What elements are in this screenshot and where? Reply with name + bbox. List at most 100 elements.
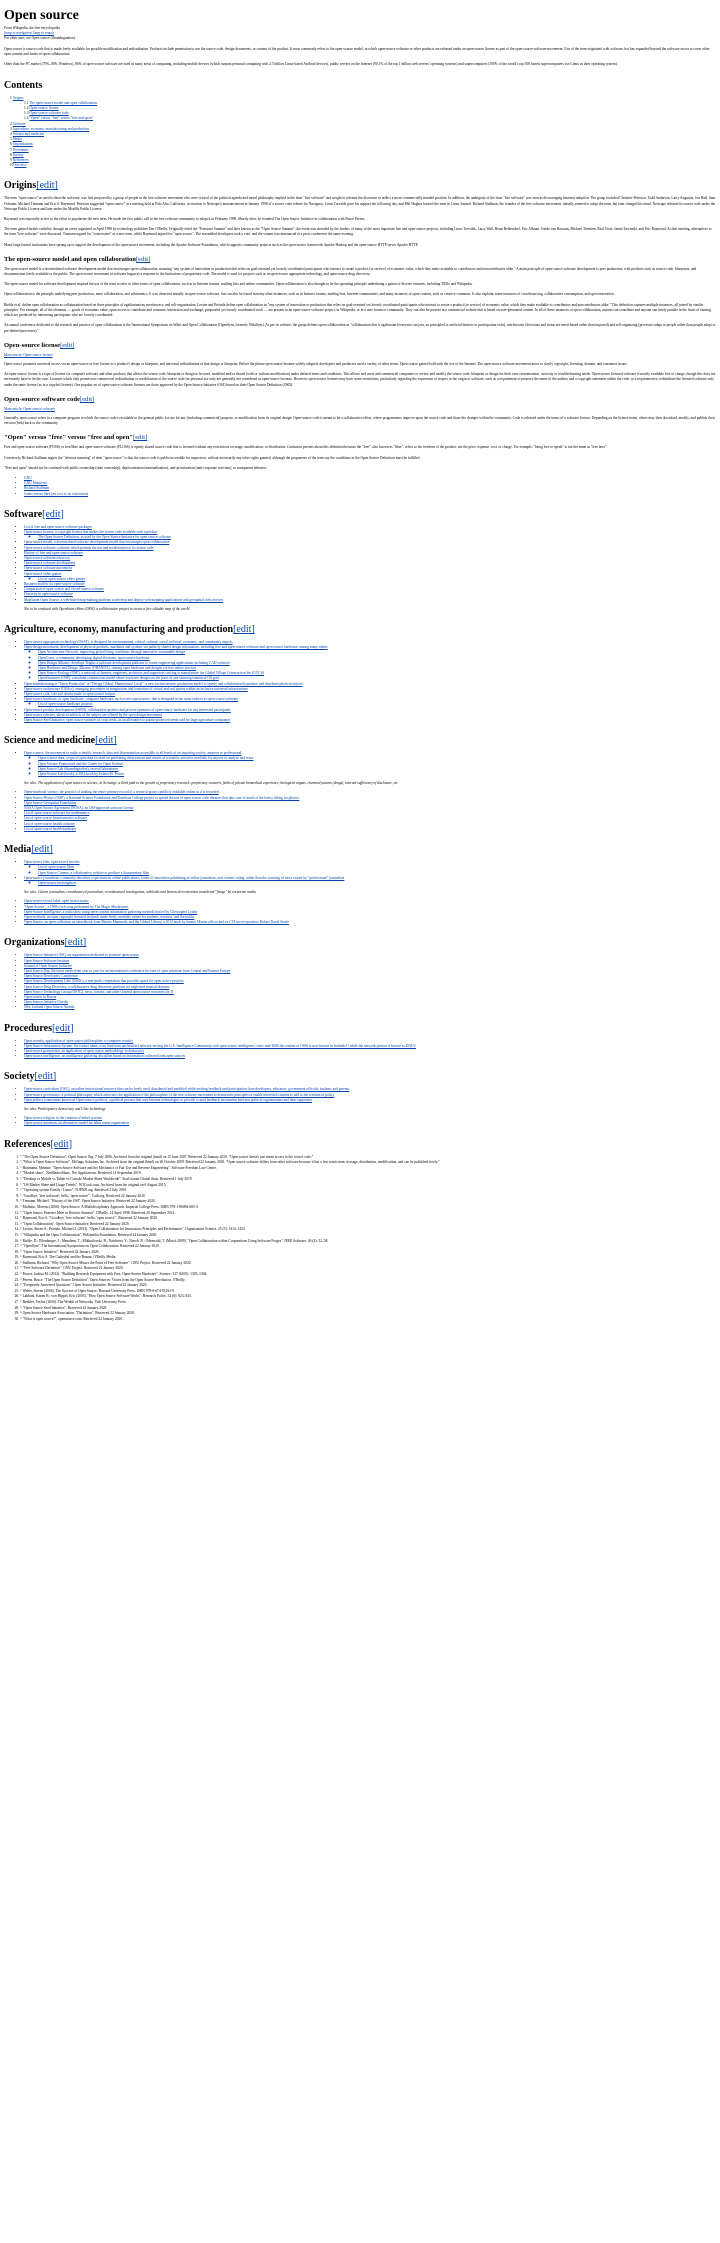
list-item-label[interactable]: Open science, the movement to make scien… [24, 751, 241, 755]
list-item-label[interactable]: Open-source software development [24, 561, 75, 565]
list-item[interactable]: Open-source hardware, or open hardware, … [24, 697, 716, 707]
edit-link[interactable]: [edit] [36, 180, 58, 191]
reference-item[interactable]: ^ "Open Source Seed Initiative". Retriev… [20, 1306, 716, 1311]
reference-item[interactable]: ^ "Wikipedia and the Open Collaboration"… [20, 1233, 716, 1238]
toc-link[interactable]: Software [13, 122, 26, 126]
edit-link[interactable]: [edit] [233, 624, 255, 635]
list-item-label[interactable]: MapGuide Open Source, a web-based map-ma… [24, 598, 223, 602]
reference-item[interactable]: ^ Levine, Sheen S.; Prietula, Michael J.… [20, 1227, 716, 1232]
reference-item[interactable]: ^ Stallman, Richard. "Why Open Source Mi… [20, 1261, 716, 1266]
edit-link[interactable]: [edit] [95, 735, 117, 746]
list-item-label[interactable]: Open-source journalism, commonly describ… [24, 876, 344, 880]
reference-item[interactable]: ^ "Operating system Family / Linux". TOP… [20, 1188, 716, 1193]
toc-item[interactable]: 1 Origins 1.1 The open-source model and o… [10, 96, 716, 122]
list-item-label[interactable]: Open-source software movement [24, 566, 72, 570]
toc-link[interactable]: Media [13, 137, 22, 141]
toc-link[interactable]: Science and medicine [13, 132, 44, 136]
list-item[interactable]: Open Source Seed Initiative, open source… [24, 718, 716, 723]
list-item-label[interactable]: List of free and open-source software pa… [24, 525, 92, 529]
reference-item[interactable]: ^ "Market share". NetMarketShare. Net Ap… [20, 1171, 716, 1176]
reference-item[interactable]: ^ Raymond, Eric S. The Cathedral and the… [20, 1255, 716, 1260]
list-item-label[interactable]: Open-source film, open source movies [24, 860, 80, 864]
reference-item[interactable]: ^ Tiemann, Michael. "History of the OSI"… [20, 1199, 716, 1204]
edit-link[interactable]: [edit] [136, 256, 150, 263]
reference-item[interactable]: ^ Lakhani, Karim R.; von Hippel, Eric (2… [20, 1294, 716, 1299]
toc-link[interactable]: Society [13, 153, 24, 157]
list-item-label[interactable]: Open-source hardware, or open hardware, … [24, 697, 238, 701]
sub-list-item[interactable]: Open-source investigation [38, 881, 716, 886]
main-article-link[interactable]: Main article: Open-source software [4, 407, 716, 412]
reference-item[interactable]: ^ Benkler, Yochai (2006). The Wealth of … [20, 1300, 716, 1305]
reference-item[interactable]: ^ "Open Source Pioneers Meet in Historic… [20, 1211, 716, 1216]
reference-item[interactable]: ^ Open Source Hardware Association. "Def… [20, 1311, 716, 1316]
reference-item[interactable]: ^ "Open Source Initiative". Retrieved 22… [20, 1250, 716, 1255]
reference-item[interactable]: ^ "Desktop vs Mobile vs Tablet vs Consol… [20, 1177, 716, 1182]
reference-item[interactable]: ^ "OpenSym". The International Symposium… [20, 1244, 716, 1249]
toc-link[interactable]: Origins [13, 96, 24, 100]
list-item-label[interactable]: Open manufacturing or "Open Production" … [24, 682, 303, 686]
edit-link[interactable]: [edit] [80, 396, 94, 403]
toc-link[interactable]: "Open" versus "free" versus "free and op… [29, 116, 93, 120]
list-item[interactable]: Open-source video gamesList of open-sour… [24, 572, 716, 582]
reference-item[interactable]: ^ "Frequently Answered Questions". Open … [20, 1283, 716, 1288]
list-item-label[interactable]: Open-source model, a decentralized softw… [24, 540, 169, 544]
list-item[interactable]: Open-source license, a copyright license… [24, 530, 716, 540]
list-item[interactable]: Open-source unionism, an alternative mod… [24, 1121, 716, 1126]
list-item[interactable]: Open Source, an open collection on sketc… [24, 920, 716, 925]
list-item-label[interactable]: Open-source product development (OSPD), … [24, 708, 231, 712]
reference-item[interactable]: ^ "What is open source?". opensource.com… [20, 1317, 716, 1322]
edit-link[interactable]: [edit] [42, 509, 64, 520]
list-item-label[interactable]: Diversity in open-source software [24, 592, 73, 596]
toc-link[interactable]: The open-source model and open collabora… [29, 101, 97, 105]
toc-link[interactable]: Organizations [13, 142, 33, 146]
sub-list-item[interactable]: Open-Source Lab (book), a 2014 book by J… [38, 772, 716, 777]
list-item[interactable]: Gratis versus libre (no cost vs no restr… [24, 492, 716, 497]
reference-item[interactable]: ^ Perens, Bruce. "The Open Source Defini… [20, 1278, 716, 1283]
reference-item[interactable]: ^ "Goodbye, 'free software'; hello, 'ope… [20, 1194, 716, 1199]
toc-link[interactable]: References [13, 158, 29, 162]
list-item-label[interactable]: Open Source Seed Initiative, open source… [24, 718, 230, 722]
list-item-label[interactable]: Open-source software, software which per… [24, 546, 154, 550]
list-item-label[interactable]: Open-source appropriate technology (OSAT… [24, 640, 233, 644]
edit-link[interactable]: [edit] [60, 342, 74, 349]
list-item[interactable]: Open-design movement, development of phy… [24, 645, 716, 681]
list-item[interactable]: Open-source film, open source moviesList… [24, 860, 716, 876]
list-item[interactable]: New Zealand Open Source Awards [24, 1005, 716, 1010]
list-item-label[interactable]: Open-source robotics, physical artifacts… [24, 713, 162, 717]
list-item-label[interactable]: Open-source license, a copyright license… [24, 530, 157, 534]
reference-item[interactable]: ^ Weber, Steven (2004). The Success of O… [20, 1289, 716, 1294]
list-item-label[interactable]: Open-source architecture (OSArc), emergi… [24, 687, 248, 691]
list-item-label[interactable]: Open-design movement, development of phy… [24, 645, 328, 649]
list-item[interactable]: Open science, the movement to make scien… [24, 751, 716, 777]
list-item[interactable]: Open politics (sometimes known as Open-s… [24, 1098, 716, 1103]
reference-item[interactable]: ^ Hartmann, Melanie. "Open Source Softwa… [20, 1166, 716, 1171]
edit-link[interactable]: [edit] [31, 844, 53, 855]
reference-item[interactable]: ^ "Free Software Definition". GNU Projec… [20, 1266, 716, 1271]
reference-item[interactable]: ^ "OS Market Share and Usage Trends". W3… [20, 1183, 716, 1188]
main-article-link[interactable]: Main article: Open-source license [4, 353, 716, 358]
list-item[interactable]: MapGuide Open Source, a web-based map-ma… [24, 598, 716, 603]
reference-item[interactable]: ^ Muffatto, Moreno (2006). Open Source: … [20, 1205, 716, 1210]
toc-item[interactable]: 10 See also [10, 163, 716, 168]
edit-link[interactable]: [edit] [52, 1023, 74, 1034]
toc-link[interactable]: Agriculture, economy, manufacturing and … [13, 127, 90, 131]
reference-item[interactable]: ^ "The Open Source Definition". Open Sou… [20, 1155, 716, 1160]
edit-link[interactable]: [edit] [50, 1139, 72, 1150]
edit-link[interactable]: [edit] [65, 937, 87, 948]
reference-item[interactable]: ^ "What is Open Source Software". Diffin… [20, 1160, 716, 1165]
toc-link[interactable]: Open-source software code [29, 111, 68, 115]
list-item-label[interactable]: Open-source software advocacy [24, 556, 70, 560]
list-item[interactable]: Open-source journalism, commonly describ… [24, 876, 716, 886]
list-item-label[interactable]: Open-source cola, cola soft drinks made … [24, 692, 115, 696]
list-item[interactable]: Open-source intelligence, an intelligenc… [24, 1054, 716, 1059]
list-item-label[interactable]: Business models for open-source software [24, 582, 85, 586]
list-item-label[interactable]: History of free and open-source software [24, 551, 83, 555]
reference-item[interactable]: ^ Pearce, Joshua M. (2012). "Building Re… [20, 1272, 716, 1277]
toc-link[interactable]: See also [15, 163, 27, 167]
toc-link[interactable]: Procedures [13, 148, 29, 152]
toc-link[interactable]: Open-source license [29, 106, 58, 110]
edit-link[interactable]: [edit] [35, 1071, 57, 1082]
reference-item[interactable]: ^ "Open Collaboration". Open Source Init… [20, 1222, 716, 1227]
list-item[interactable]: List of open-source health hardware [24, 827, 716, 832]
reference-item[interactable]: ^ Raymond, Eric S. "Goodbye, 'free softw… [20, 1216, 716, 1221]
